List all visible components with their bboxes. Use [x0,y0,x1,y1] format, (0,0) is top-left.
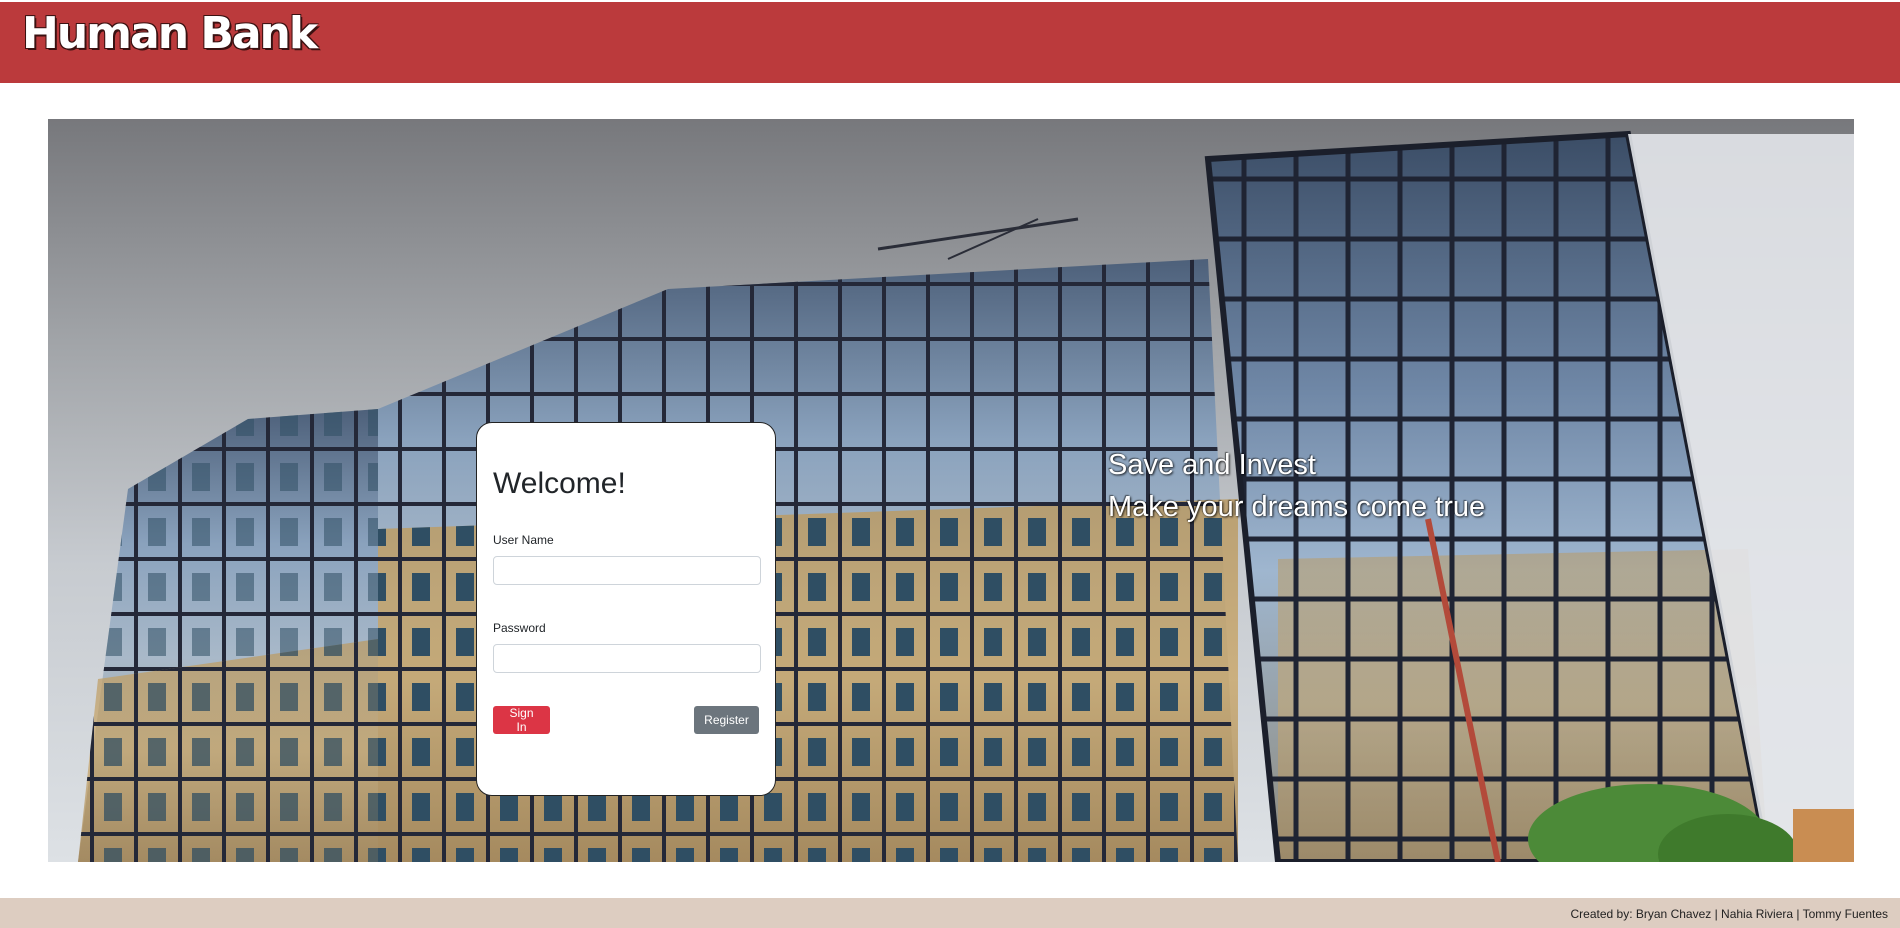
brand-logo[interactable]: Human Bank [22,8,318,60]
hero-banner: Welcome! User Name Password Sign In Regi… [48,119,1854,862]
tagline-line-1: Save and Invest [1108,449,1316,481]
register-button[interactable]: Register [694,706,759,734]
username-label: User Name [493,533,554,547]
building-photo [78,130,1854,862]
site-header: Human Bank [0,2,1900,83]
sign-in-button[interactable]: Sign In [493,706,550,734]
username-input[interactable] [493,556,761,585]
password-label: Password [493,621,546,635]
site-footer: Created by: Bryan Chavez | Nahia Riviera… [0,898,1900,928]
footer-credits: Created by: Bryan Chavez | Nahia Riviera… [1570,907,1888,921]
welcome-heading: Welcome! [493,467,626,500]
password-input[interactable] [493,644,761,673]
tagline-line-2: Make your dreams come true [1108,491,1486,523]
login-card: Welcome! User Name Password Sign In Regi… [476,422,776,796]
